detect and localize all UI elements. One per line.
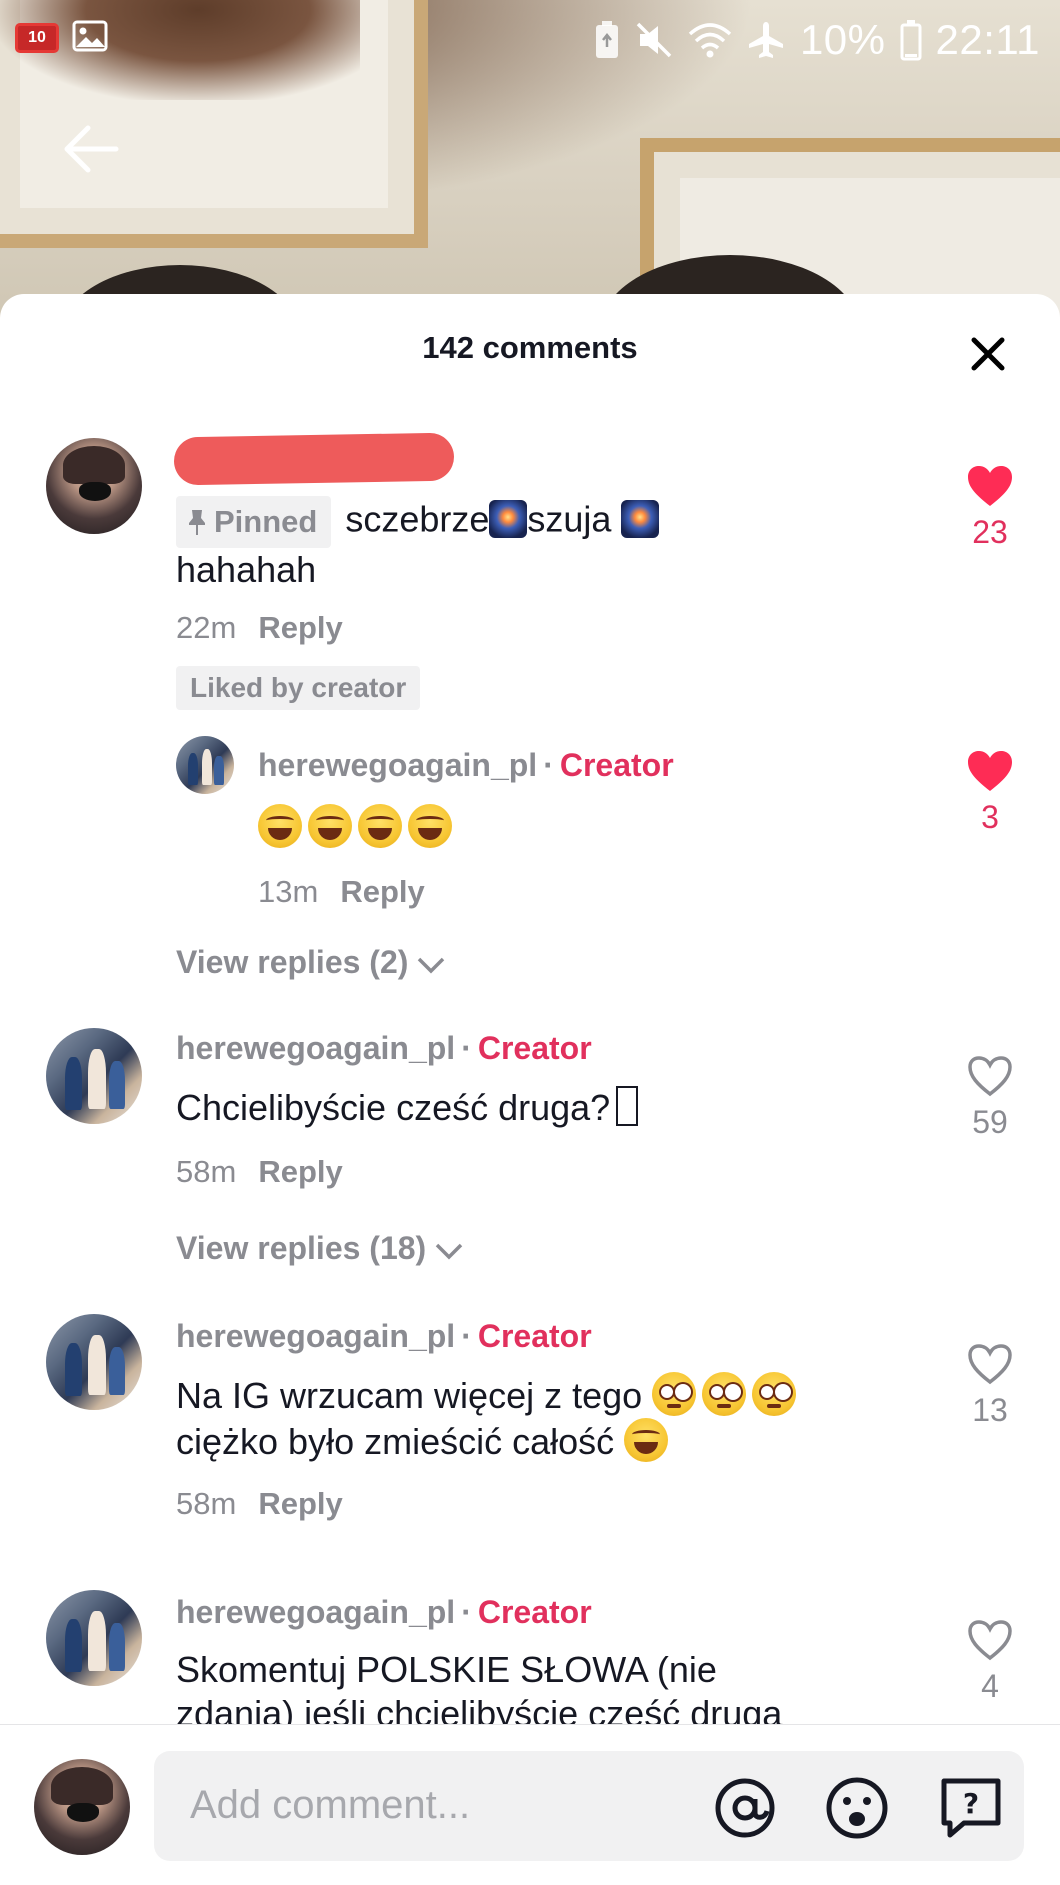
clock: 22:11 xyxy=(935,16,1040,63)
status-icons: 10% 22:11 xyxy=(594,12,1040,68)
avatar[interactable] xyxy=(46,1028,142,1124)
heart-outline-icon[interactable] xyxy=(966,1618,1014,1662)
comment-meta: 58m Reply xyxy=(176,1154,343,1190)
flushed-emoji xyxy=(752,1372,797,1416)
comment-text: Pinned sczebrze szuja hahahah xyxy=(176,496,816,592)
sheet-header: 142 comments xyxy=(0,294,1060,406)
view-replies-button[interactable]: View replies (2) xyxy=(176,944,446,981)
comment-time: 22m xyxy=(176,610,237,645)
chevron-down-icon xyxy=(435,1243,463,1260)
battery-icon xyxy=(900,20,921,61)
avatar[interactable] xyxy=(46,1590,142,1686)
svg-text:?: ? xyxy=(963,1787,979,1820)
comment-time: 58m xyxy=(176,1154,237,1189)
comment-text: Chcielibyście cześć druga? xyxy=(176,1086,639,1130)
firework-emoji xyxy=(621,499,660,538)
laughing-emoji xyxy=(358,804,402,848)
mute-icon xyxy=(636,22,672,58)
pinned-badge: Pinned xyxy=(176,496,332,548)
creator-badge: Creator xyxy=(477,1594,592,1630)
reply-meta: 13m Reply xyxy=(258,874,425,910)
chevron-down-icon xyxy=(418,957,445,974)
close-icon[interactable] xyxy=(968,334,1008,374)
battery-saver-icon xyxy=(595,21,618,58)
reply-time: 13m xyxy=(258,874,319,909)
missing-glyph xyxy=(616,1086,639,1126)
pin-icon xyxy=(189,510,205,535)
comments-sheet: 142 comments Pinned sczebrze szuja hahahah… xyxy=(0,294,1060,1884)
redacted-username xyxy=(173,432,455,486)
like-count: 23 xyxy=(972,514,1008,550)
battery-percent: 10% xyxy=(799,16,886,63)
like-button[interactable]: 23 xyxy=(950,464,1030,551)
comment-username[interactable]: herewegoagain_pl · Creator xyxy=(176,1318,592,1355)
like-button[interactable]: 59 xyxy=(950,1054,1030,1141)
reply-button[interactable]: Reply xyxy=(258,1486,342,1521)
creator-badge: Creator xyxy=(559,747,674,783)
avatar[interactable] xyxy=(46,1314,142,1410)
back-arrow-icon[interactable] xyxy=(60,118,122,180)
reply-button[interactable]: Reply xyxy=(258,610,342,645)
laughing-emoji xyxy=(308,804,352,848)
like-count: 3 xyxy=(981,799,999,835)
heart-icon[interactable] xyxy=(966,464,1014,508)
laughing-emoji xyxy=(624,1418,669,1462)
wifi-icon xyxy=(688,23,732,58)
firework-emoji xyxy=(489,499,528,538)
comment-meta: 22m Reply xyxy=(176,610,343,646)
avatar[interactable] xyxy=(46,438,142,534)
heart-outline-icon[interactable] xyxy=(966,1054,1014,1098)
like-count: 13 xyxy=(972,1392,1008,1428)
comments-count-title: 142 comments xyxy=(422,330,638,365)
comment-username[interactable]: herewegoagain_pl · Creator xyxy=(176,1030,592,1067)
comment-input-bar: Add comment... ? xyxy=(0,1724,1060,1885)
reply-text xyxy=(258,804,458,850)
comment-text: Na IG wrzucam więcej z tego ciężko było … xyxy=(176,1372,936,1464)
emoji-icon[interactable] xyxy=(824,1775,890,1841)
like-button[interactable]: 4 xyxy=(950,1618,1030,1705)
notification-count-badge: 10 xyxy=(15,23,59,53)
avatar[interactable] xyxy=(176,736,234,794)
comment-time: 58m xyxy=(176,1486,237,1521)
creator-badge: Creator xyxy=(477,1318,592,1354)
flushed-emoji xyxy=(702,1372,747,1416)
laughing-emoji xyxy=(258,804,302,848)
creator-badge: Creator xyxy=(477,1030,592,1066)
heart-icon[interactable] xyxy=(966,749,1014,793)
mention-icon[interactable] xyxy=(712,1775,778,1841)
comment-input[interactable]: Add comment... ? xyxy=(154,1751,1024,1861)
heart-outline-icon[interactable] xyxy=(966,1342,1014,1386)
liked-by-creator-badge: Liked by creator xyxy=(176,666,421,710)
reply-button[interactable]: Reply xyxy=(258,1154,342,1189)
reply-username[interactable]: herewegoagain_pl · Creator xyxy=(258,747,674,784)
comment-text: Skomentuj POLSKIE SŁOWA (nie zdania) jeśl… xyxy=(176,1649,783,1734)
comment-meta: 58m Reply xyxy=(176,1486,343,1522)
question-icon[interactable]: ? xyxy=(938,1775,1004,1841)
like-count: 4 xyxy=(981,1668,999,1704)
flushed-emoji xyxy=(652,1372,697,1416)
view-replies-button[interactable]: View replies (18) xyxy=(176,1230,464,1267)
comment-input-placeholder[interactable]: Add comment... xyxy=(190,1783,470,1828)
like-button[interactable]: 3 xyxy=(950,749,1030,836)
comment-username[interactable]: herewegoagain_pl · Creator xyxy=(176,1594,592,1631)
like-count: 59 xyxy=(972,1104,1008,1140)
reply-button[interactable]: Reply xyxy=(340,874,424,909)
laughing-emoji xyxy=(408,804,452,848)
airplane-mode-icon xyxy=(748,22,783,58)
gallery-icon xyxy=(72,20,108,52)
status-bar: 10 10% 22:11 xyxy=(0,0,1060,80)
my-avatar xyxy=(34,1759,130,1855)
like-button[interactable]: 13 xyxy=(950,1342,1030,1429)
